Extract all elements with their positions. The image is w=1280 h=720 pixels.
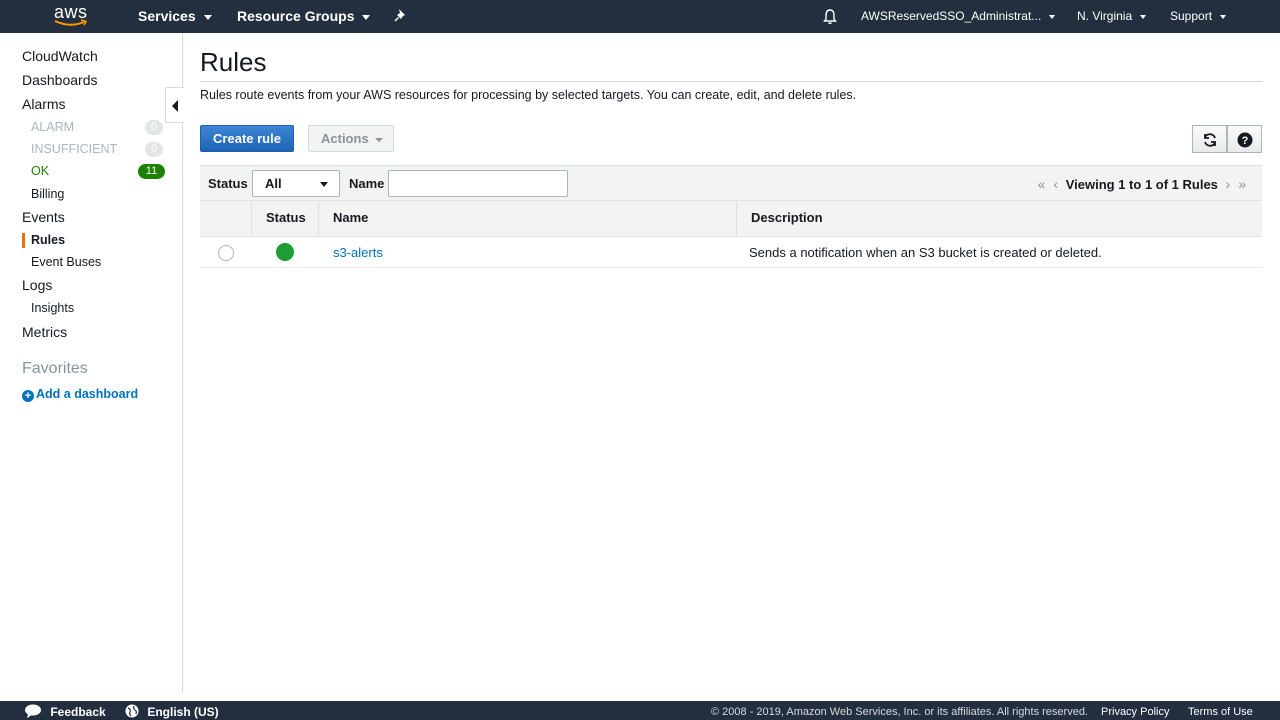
column-header-status[interactable]: Status	[266, 201, 306, 237]
collapse-sidebar-button[interactable]	[165, 87, 184, 123]
insufficient-count-badge: 0	[145, 142, 163, 157]
region-menu[interactable]: N. Virginia	[1077, 0, 1147, 33]
last-page-icon[interactable]: »	[1238, 176, 1246, 192]
bell-icon[interactable]	[822, 8, 838, 28]
chevron-down-icon	[374, 137, 383, 142]
footer: Feedback English (US) © 2008 - 2019, Ama…	[0, 701, 1280, 720]
name-filter-label: Name	[349, 176, 385, 191]
language-label: English (US)	[147, 705, 219, 719]
sidebar-item-rules[interactable]: Rules	[31, 233, 65, 247]
terms-of-use-link[interactable]: Terms of Use	[1188, 706, 1253, 718]
page-description: Rules route events from your AWS resourc…	[200, 88, 857, 102]
filter-bar: Status All Name « ‹ Viewing 1 to 1 of 1 R…	[200, 165, 1262, 201]
chevron-down-icon	[320, 182, 328, 187]
services-label: Services	[138, 8, 196, 24]
resource-groups-menu[interactable]: Resource Groups	[237, 0, 371, 33]
chevron-down-icon	[203, 14, 212, 20]
region-label: N. Virginia	[1077, 9, 1133, 23]
aws-logo[interactable]: aws	[54, 3, 90, 29]
next-page-icon[interactable]: ›	[1226, 176, 1231, 192]
svg-text:?: ?	[1242, 135, 1249, 147]
title-divider	[200, 81, 1262, 82]
sidebar-item-events[interactable]: Events	[22, 209, 65, 225]
sidebar: CloudWatch Dashboards Alarms ALARM 0 INS…	[0, 33, 183, 693]
privacy-policy-link[interactable]: Privacy Policy	[1101, 706, 1169, 718]
account-label: AWSReservedSSO_Administrat...	[861, 9, 1042, 23]
sidebar-item-dashboards[interactable]: Dashboards	[22, 72, 98, 88]
active-indicator	[22, 233, 25, 248]
column-divider	[736, 201, 737, 237]
help-icon: ?	[1237, 132, 1253, 148]
sidebar-item-logs[interactable]: Logs	[22, 277, 52, 293]
feedback-link[interactable]: Feedback	[24, 704, 106, 719]
copyright-text: © 2008 - 2019, Amazon Web Services, Inc.…	[711, 706, 1088, 718]
actions-dropdown-button[interactable]: Actions	[308, 125, 394, 152]
favorites-heading: Favorites	[22, 360, 88, 377]
column-divider	[251, 201, 252, 237]
sidebar-item-ok-state[interactable]: OK	[31, 164, 49, 178]
status-filter-label: Status	[208, 176, 248, 191]
plus-circle-icon: +	[22, 390, 34, 402]
name-filter-input[interactable]	[388, 170, 568, 197]
chevron-down-icon	[1140, 14, 1147, 19]
status-filter-value: All	[265, 176, 282, 191]
pagination: « ‹ Viewing 1 to 1 of 1 Rules › »	[1034, 176, 1250, 192]
language-selector[interactable]: English (US)	[125, 704, 219, 719]
feedback-label: Feedback	[50, 705, 106, 719]
alarm-count-badge: 0	[145, 120, 163, 135]
table-row[interactable]: s3-alerts Sends a notification when an S…	[200, 237, 1262, 268]
column-header-description[interactable]: Description	[751, 201, 823, 237]
support-menu[interactable]: Support	[1170, 0, 1227, 33]
sidebar-item-billing[interactable]: Billing	[31, 187, 64, 201]
sidebar-item-alarms[interactable]: Alarms	[22, 96, 66, 112]
speech-bubble-icon	[25, 704, 41, 718]
rule-description: Sends a notification when an S3 bucket i…	[749, 245, 1102, 260]
top-navigation-bar: aws Services Resource Groups AWSReserved…	[0, 0, 1280, 33]
rule-name-link[interactable]: s3-alerts	[333, 245, 383, 260]
support-label: Support	[1170, 9, 1213, 23]
pin-icon[interactable]	[394, 8, 408, 27]
status-enabled-icon	[276, 243, 294, 261]
chevron-down-icon	[1220, 14, 1227, 19]
help-button[interactable]: ?	[1227, 125, 1262, 153]
aws-smile-icon	[54, 19, 88, 26]
chevron-down-icon	[362, 14, 371, 20]
column-header-name[interactable]: Name	[333, 201, 368, 237]
sidebar-item-event-buses[interactable]: Event Buses	[31, 255, 101, 269]
caret-left-icon	[172, 100, 178, 112]
status-filter-select[interactable]: All	[252, 170, 340, 197]
first-page-icon[interactable]: «	[1038, 176, 1046, 192]
previous-page-icon[interactable]: ‹	[1053, 176, 1058, 192]
globe-icon	[125, 704, 139, 718]
actions-label: Actions	[321, 131, 369, 146]
chevron-down-icon	[1049, 14, 1056, 19]
refresh-icon	[1204, 133, 1216, 147]
sidebar-item-insights[interactable]: Insights	[31, 301, 74, 315]
services-menu[interactable]: Services	[138, 0, 212, 33]
table-header: Status Name Description	[200, 200, 1262, 237]
sidebar-item-cloudwatch[interactable]: CloudWatch	[22, 48, 98, 64]
refresh-button[interactable]	[1192, 125, 1227, 153]
add-dashboard-link[interactable]: + Add a dashboard	[22, 387, 138, 402]
ok-count-badge: 11	[138, 164, 165, 179]
create-rule-button[interactable]: Create rule	[200, 125, 294, 152]
resource-groups-label: Resource Groups	[237, 8, 355, 24]
sidebar-item-insufficient-state[interactable]: INSUFFICIENT	[31, 142, 117, 156]
page-title: Rules	[200, 47, 267, 77]
account-menu[interactable]: AWSReservedSSO_Administrat...	[861, 0, 1056, 33]
add-dashboard-label: Add a dashboard	[36, 387, 139, 401]
sidebar-item-metrics[interactable]: Metrics	[22, 324, 67, 340]
sidebar-item-alarm-state[interactable]: ALARM	[31, 120, 74, 134]
pagination-summary: Viewing 1 to 1 of 1 Rules	[1065, 177, 1218, 192]
column-divider	[318, 201, 319, 237]
row-select-radio[interactable]	[218, 245, 234, 261]
